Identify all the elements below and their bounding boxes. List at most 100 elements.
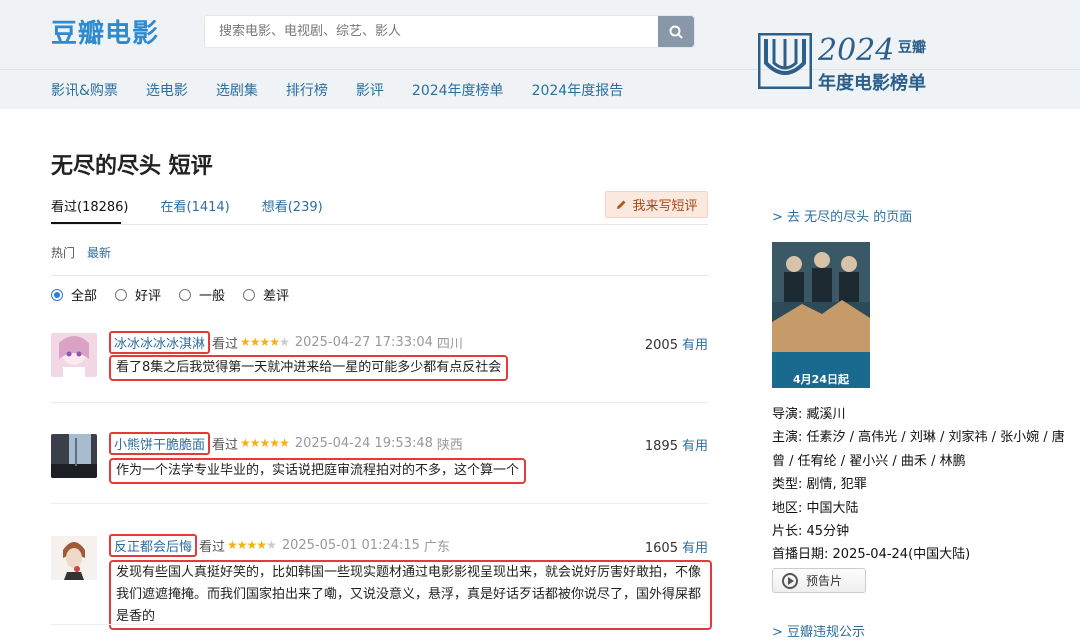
info-director: 导演: 臧溪川 — [772, 407, 846, 422]
promo-brand: 豆瓣 — [898, 40, 926, 56]
search-input[interactable] — [205, 16, 660, 47]
star-rating: ★★★★★ — [240, 335, 290, 349]
play-icon — [782, 572, 798, 589]
radio-icon[interactable] — [179, 288, 192, 301]
info-key: 片长 — [772, 524, 799, 540]
top-bar: 豆瓣电影 影讯&购票 选电影 选剧集 排行榜 影评 2024年度榜单 2024年… — [0, 0, 1080, 109]
review-item: 小熊饼干脆脆面 看过 ★★★★★ 2025-04-24 19:53:48 陕西 … — [51, 431, 708, 494]
review-comment: 作为一个法学专业毕业的，实话说把庭审流程拍对的不多，这个算一个 — [109, 458, 527, 484]
tab-watching[interactable]: 在看(1414) — [161, 196, 230, 215]
tab-watched[interactable]: 看过(18286) — [51, 196, 129, 215]
sort-hot[interactable]: 热门 — [51, 244, 75, 261]
filter-all-label: 全部 — [71, 289, 98, 304]
filter-negative[interactable]: 差评 — [243, 285, 289, 304]
write-review-button[interactable]: 我来写短评 — [605, 191, 708, 218]
violation-notice-link[interactable]: > 豆瓣违规公示 — [772, 621, 865, 640]
username-link[interactable]: 反正都会后悔 — [109, 533, 198, 557]
username-link[interactable]: 冰冰冰冰冰淇淋 — [109, 330, 211, 354]
review-time: 2025-04-24 19:53:48 — [294, 435, 433, 451]
trailer-label: 预告片 — [806, 574, 843, 588]
trailer-button[interactable]: 预告片 — [772, 568, 866, 593]
search-button[interactable] — [658, 16, 694, 47]
review-meta: 冰冰冰冰冰淇淋 看过 ★★★★★ 2025-04-27 17:33:04 四川 — [109, 330, 463, 354]
useful-button[interactable]: 有用 — [682, 541, 708, 556]
review-item: 反正都会后悔 看过 ★★★★★ 2025-05-01 01:24:15 广东 1… — [51, 533, 712, 630]
nav-item-reviews[interactable]: 影评 — [356, 80, 384, 100]
star-rating: ★★★★★ — [240, 436, 290, 450]
douban-annual-emblem-icon — [758, 33, 812, 89]
active-tab-indicator — [51, 222, 121, 224]
vote-number: 1605 — [644, 541, 678, 556]
vote-count: 2005 有用 — [645, 334, 708, 353]
review-location: 广东 — [423, 539, 450, 555]
info-value[interactable]: 臧溪川 — [807, 407, 846, 422]
poster-image[interactable]: 4月24日起 — [772, 242, 870, 388]
filter-neutral[interactable]: 一般 — [179, 285, 225, 304]
sort-new[interactable]: 最新 — [87, 244, 111, 261]
status-tabs: 看过(18286) 在看(1414) 想看(239) — [51, 196, 355, 215]
avatar[interactable] — [51, 434, 97, 478]
review-meta: 小熊饼干脆脆面 看过 ★★★★★ 2025-04-24 19:53:48 陕西 — [109, 431, 463, 455]
review-location: 四川 — [436, 336, 463, 352]
nav-item-2024-report[interactable]: 2024年度报告 — [532, 80, 624, 100]
info-value: 剧情, 犯罪 — [806, 477, 867, 493]
nav-item-charts[interactable]: 排行榜 — [286, 80, 328, 100]
info-key: 主演 — [772, 430, 799, 446]
info-key: 地区 — [772, 500, 799, 516]
douban-movie-logo[interactable]: 豆瓣电影 — [51, 13, 159, 50]
nav-item-2024-list[interactable]: 2024年度榜单 — [412, 80, 504, 100]
radio-icon[interactable] — [115, 288, 128, 301]
avatar-image — [51, 536, 97, 580]
review-divider — [51, 624, 708, 625]
star-rating: ★★★★★ — [227, 538, 277, 552]
nav-item-movies[interactable]: 选电影 — [146, 80, 188, 100]
nav-item-tv[interactable]: 选剧集 — [216, 80, 258, 100]
info-value: 2025-04-24(中国大陆) — [832, 547, 971, 563]
avatar-image — [51, 434, 97, 478]
info-value: 45分钟 — [806, 524, 850, 540]
write-review-label: 我来写短评 — [632, 199, 698, 214]
tab-want[interactable]: 想看(239) — [262, 196, 323, 215]
useful-button[interactable]: 有用 — [682, 439, 708, 454]
search-box — [204, 15, 695, 48]
review-time: 2025-05-01 01:24:15 — [281, 537, 420, 553]
info-value[interactable]: 任素汐 / 高伟光 / 刘琳 / 刘家祎 / 张小婉 / 唐曾 / 任宥纶 / … — [772, 430, 1065, 468]
watch-status: 看过 — [199, 539, 226, 555]
avatar-image — [51, 333, 97, 377]
vote-number: 1895 — [644, 439, 678, 454]
main-nav: 影讯&购票 选电影 选剧集 排行榜 影评 2024年度榜单 2024年度报告 — [51, 80, 623, 100]
radio-icon[interactable] — [243, 288, 256, 301]
info-region: 地区: 中国大陆 — [772, 500, 859, 516]
watch-status: 看过 — [212, 437, 239, 453]
filter-neutral-label: 一般 — [199, 289, 226, 304]
username-link[interactable]: 小熊饼干脆脆面 — [109, 431, 211, 455]
info-key: 导演 — [772, 407, 799, 422]
annual-list-banner[interactable]: 2024 豆瓣 年度电影榜单 — [758, 33, 938, 94]
vote-number: 2005 — [644, 338, 678, 353]
filter-all[interactable]: 全部 — [51, 285, 97, 304]
back-to-subject-link[interactable]: > 去 无尽的尽头 的页面 — [772, 206, 912, 225]
useful-button[interactable]: 有用 — [682, 338, 708, 353]
watch-status: 看过 — [212, 336, 239, 352]
page-title: 无尽的尽头 短评 — [51, 154, 213, 179]
search-icon — [669, 25, 683, 39]
info-key: 类型 — [772, 477, 799, 493]
info-value: 中国大陆 — [806, 500, 859, 516]
filter-positive[interactable]: 好评 — [115, 285, 161, 304]
nav-item-tickets[interactable]: 影讯&购票 — [51, 80, 118, 100]
review-item: 冰冰冰冰冰淇淋 看过 ★★★★★ 2025-04-27 17:33:04 四川 … — [51, 330, 708, 393]
info-key: 首播日期 — [772, 547, 825, 563]
review-comment: 发现有些国人真挺好笑的，比如韩国一些现实题材通过电影影视呈现出来，就会说好厉害好… — [109, 560, 712, 630]
tab-divider — [51, 224, 708, 225]
avatar[interactable] — [51, 536, 97, 580]
avatar[interactable] — [51, 333, 97, 377]
poster-date-text: 4月24日起 — [793, 372, 850, 386]
rating-filters: 全部 好评 一般 差评 — [51, 285, 289, 304]
radio-selected-icon[interactable] — [51, 288, 63, 301]
review-meta: 反正都会后悔 看过 ★★★★★ 2025-05-01 01:24:15 广东 — [109, 533, 450, 557]
subject-info: 导演: 臧溪川 主演: 任素汐 / 高伟光 / 刘琳 / 刘家祎 / 张小婉 /… — [772, 403, 1072, 567]
poster-art: 4月24日起 — [772, 242, 870, 388]
vote-count: 1895 有用 — [645, 435, 708, 454]
review-location: 陕西 — [436, 437, 463, 453]
review-time: 2025-04-27 17:33:04 — [294, 334, 433, 350]
